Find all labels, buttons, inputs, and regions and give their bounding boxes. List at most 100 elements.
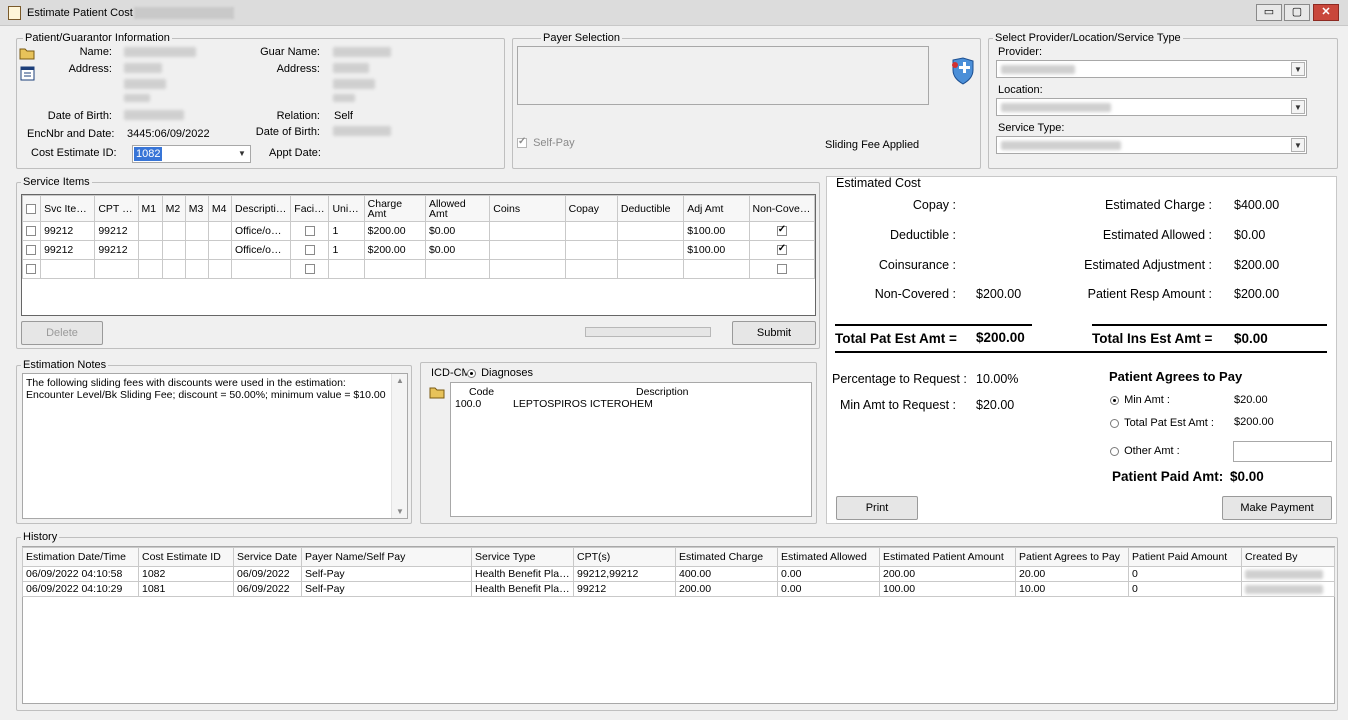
history-cell-payer[interactable]: Self-Pay	[301, 581, 472, 597]
history-header-date[interactable]: Estimation Date/Time	[22, 547, 139, 567]
row-checkbox[interactable]	[26, 264, 36, 275]
scroll-down-icon[interactable]: ▼	[396, 507, 404, 516]
delete-button[interactable]: Delete	[21, 321, 103, 345]
history-header-est-patient[interactable]: Estimated Patient Amount	[879, 547, 1016, 567]
facility-checkbox[interactable]	[304, 245, 315, 256]
option-total-pat-est[interactable]: Total Pat Est Amt :	[1110, 417, 1214, 429]
history-header-est-allowed[interactable]: Estimated Allowed	[777, 547, 880, 567]
diagnoses-list[interactable]: Code Description 100.0 LEPTOSPIROS ICTER…	[450, 382, 812, 517]
minimize-button[interactable]: ▭	[1256, 4, 1282, 21]
coins-cell[interactable]	[489, 221, 566, 241]
m1-cell[interactable]	[137, 240, 163, 260]
cpt-cell[interactable]	[94, 259, 139, 279]
coins-cell[interactable]	[489, 240, 566, 260]
provider-select[interactable]: ▼	[996, 60, 1307, 78]
coins-cell[interactable]	[489, 259, 566, 279]
history-cell-paid[interactable]: 0	[1128, 581, 1242, 597]
history-cell-created-by[interactable]	[1241, 581, 1335, 597]
open-folder-icon[interactable]	[19, 46, 35, 60]
option-min-amt[interactable]: Min Amt :	[1110, 394, 1170, 406]
charge-cell[interactable]: $200.00	[363, 221, 426, 241]
facility-checkbox[interactable]	[304, 226, 315, 237]
svc-item-cell[interactable]: 99212	[40, 221, 96, 241]
non-covered-checkbox[interactable]	[776, 243, 787, 256]
units-cell[interactable]: 1	[328, 221, 365, 241]
maximize-button[interactable]: ▢	[1284, 4, 1310, 21]
svc-item-cell[interactable]: 99212	[40, 240, 96, 260]
history-cell-cpt[interactable]: 99212	[573, 581, 676, 597]
history-cell-est-patient[interactable]: 100.00	[879, 581, 1016, 597]
make-payment-button[interactable]: Make Payment	[1222, 496, 1332, 520]
notes-scrollbar[interactable]: ▲ ▼	[391, 374, 407, 518]
help-icon[interactable]: ?	[88, 200, 94, 215]
total-pat-est-radio[interactable]	[1110, 418, 1119, 428]
m2-cell[interactable]	[161, 259, 186, 279]
row-select[interactable]	[21, 259, 42, 279]
cost-estimate-id-combo[interactable]: 1082 ▼	[132, 145, 251, 163]
diagnoses-option[interactable]: Diagnoses	[467, 367, 536, 379]
m2-cell[interactable]	[161, 240, 186, 260]
allowed-cell[interactable]: $0.00	[424, 240, 491, 260]
estimation-notes-textarea[interactable]: The following sliding fees with discount…	[22, 373, 408, 519]
non-covered-cell[interactable]	[748, 259, 816, 279]
allowed-cell[interactable]: $0.00	[424, 221, 491, 241]
history-cell-est-allowed[interactable]: 0.00	[777, 566, 880, 582]
cpt-cell[interactable]: 99212	[94, 221, 139, 241]
service-item-row[interactable]: 99212 99212 Office/out... 1 $200.00 $0.0…	[21, 221, 816, 241]
history-cell-payer[interactable]: Self-Pay	[301, 566, 472, 582]
chevron-down-icon[interactable]: ▼	[1291, 62, 1305, 76]
history-cell-paid[interactable]: 0	[1128, 566, 1242, 582]
row-checkbox[interactable]	[26, 226, 36, 237]
history-header-paid[interactable]: Patient Paid Amount	[1128, 547, 1242, 567]
close-button[interactable]: ✕	[1313, 4, 1339, 21]
row-select[interactable]	[21, 240, 42, 260]
m3-cell[interactable]	[184, 259, 209, 279]
history-cell-date[interactable]: 06/09/2022 04:10:29	[22, 581, 139, 597]
deductible-cell[interactable]	[616, 259, 685, 279]
history-header-created-by[interactable]: Created By	[1241, 547, 1335, 567]
diagnoses-radio[interactable]	[467, 368, 476, 378]
adj-amt-cell[interactable]: $100.00	[683, 221, 750, 241]
service-type-select[interactable]: ▼	[996, 136, 1307, 154]
row-checkbox[interactable]	[26, 245, 36, 256]
min-amt-radio[interactable]	[1110, 395, 1119, 405]
history-header-service-type[interactable]: Service Type	[471, 547, 574, 567]
charge-cell[interactable]: $200.00	[363, 240, 426, 260]
history-header-payer[interactable]: Payer Name/Self Pay	[301, 547, 472, 567]
history-cell-cpt[interactable]: 99212,99212	[573, 566, 676, 582]
units-cell[interactable]: 1	[328, 240, 365, 260]
m4-cell[interactable]	[207, 221, 232, 241]
chevron-down-icon[interactable]: ▼	[1291, 138, 1305, 152]
history-cell-agrees[interactable]: 10.00	[1015, 581, 1129, 597]
m1-cell[interactable]	[137, 221, 163, 241]
m3-cell[interactable]	[184, 240, 209, 260]
history-header-service-date[interactable]: Service Date	[233, 547, 302, 567]
history-row[interactable]: 06/09/2022 04:10:29 1081 06/09/2022 Self…	[22, 581, 1335, 597]
history-header-cost-id[interactable]: Cost Estimate ID	[138, 547, 234, 567]
history-cell-agrees[interactable]: 20.00	[1015, 566, 1129, 582]
copay-cell[interactable]	[564, 221, 618, 241]
history-cell-est-charge[interactable]: 200.00	[675, 581, 778, 597]
non-covered-checkbox[interactable]	[776, 224, 787, 237]
print-button[interactable]: Print	[836, 496, 918, 520]
m2-cell[interactable]	[161, 221, 186, 241]
history-header-est-charge[interactable]: Estimated Charge	[675, 547, 778, 567]
allowed-cell[interactable]	[424, 259, 491, 279]
m3-cell[interactable]	[184, 221, 209, 241]
m4-cell[interactable]	[207, 259, 232, 279]
deductible-cell[interactable]	[616, 240, 685, 260]
units-cell[interactable]	[328, 259, 365, 279]
history-cell-service-date[interactable]: 06/09/2022	[233, 581, 302, 597]
copay-cell[interactable]	[564, 240, 618, 260]
facility-checkbox[interactable]	[304, 264, 315, 275]
history-cell-est-patient[interactable]: 200.00	[879, 566, 1016, 582]
history-cell-est-charge[interactable]: 400.00	[675, 566, 778, 582]
facility-cell[interactable]	[290, 221, 330, 241]
other-amt-radio[interactable]	[1110, 446, 1119, 456]
non-covered-cell[interactable]	[748, 221, 816, 241]
service-item-row[interactable]: 99212 99212 Office/out... 1 $200.00 $0.0…	[21, 240, 816, 260]
m4-cell[interactable]	[207, 240, 232, 260]
payer-list[interactable]	[517, 46, 929, 105]
adj-amt-cell[interactable]: $100.00	[683, 240, 750, 260]
history-cell-service-date[interactable]: 06/09/2022	[233, 566, 302, 582]
